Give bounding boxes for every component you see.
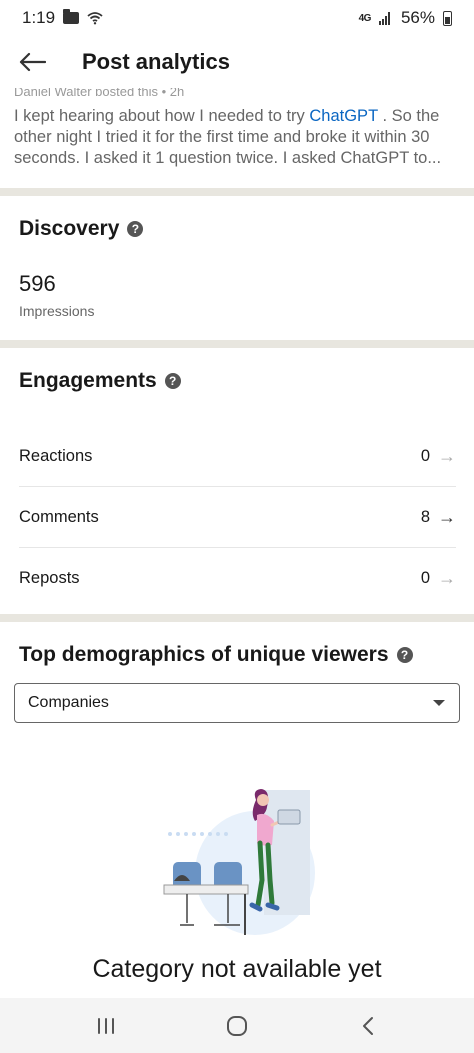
page-title: Post analytics <box>82 49 230 74</box>
reactions-row[interactable]: Reactions 0 → <box>19 426 456 487</box>
post-author-line: Daniel Walter posted this • 2h <box>14 88 185 96</box>
empty-state-illustration <box>163 789 315 935</box>
help-icon[interactable]: ? <box>127 221 144 237</box>
reactions-value: 0 <box>420 446 430 465</box>
demographics-title: Top demographics of unique viewers ? <box>19 643 413 667</box>
signal-icon <box>378 11 393 25</box>
comments-label: Comments <box>19 507 99 526</box>
reposts-right: 0 → <box>421 568 456 589</box>
reposts-label: Reposts <box>19 569 80 587</box>
engagements-title: Engagements ? <box>19 369 181 393</box>
impressions-label: Impressions <box>19 303 95 319</box>
system-nav-bar <box>0 998 474 1053</box>
reposts-row[interactable]: Reposts 0 → <box>19 548 456 609</box>
back-icon <box>363 1016 374 1035</box>
back-nav-button[interactable] <box>338 1006 398 1046</box>
right-arrow-icon: → <box>438 506 456 527</box>
section-divider <box>0 614 474 622</box>
right-arrow-icon: → <box>438 568 456 588</box>
network-type: 4G <box>358 12 372 24</box>
recents-button[interactable] <box>76 1006 136 1046</box>
status-left: 1:19 <box>22 8 103 28</box>
help-icon[interactable]: ? <box>396 647 413 663</box>
home-button[interactable] <box>207 1006 267 1046</box>
reactions-label: Reactions <box>19 446 93 465</box>
engagements-title-text: Engagements <box>19 369 157 392</box>
status-bar: 1:19 4G 56% <box>0 0 474 36</box>
section-divider <box>0 340 474 348</box>
comments-value: 8 <box>420 507 430 526</box>
section-divider <box>0 188 474 196</box>
battery-icon <box>443 10 452 26</box>
post-text-start: I kept hearing about how I needed to try <box>14 107 310 125</box>
post-text: I kept hearing about how I needed to try… <box>14 106 460 169</box>
engagements-section: Engagements ? Reactions 0 → Comments 8 →… <box>0 348 474 614</box>
battery-percent: 56% <box>400 8 435 27</box>
header: Post analytics <box>0 36 474 88</box>
chatgpt-link[interactable]: ChatGPT <box>309 107 377 125</box>
demographics-section: Top demographics of unique viewers ? Com… <box>0 622 474 996</box>
reposts-value: 0 <box>420 569 430 587</box>
empty-state-message: Category not available yet <box>92 955 382 983</box>
impressions-value: 596 <box>19 271 56 296</box>
right-arrow-icon: → <box>438 445 456 466</box>
discovery-section: Discovery ? 596 Impressions <box>0 196 474 340</box>
home-icon <box>226 1015 247 1036</box>
back-button[interactable] <box>0 36 64 88</box>
reactions-right: 0 → <box>421 446 456 467</box>
comments-right: 8 → <box>421 507 456 528</box>
post-preview[interactable]: Daniel Walter posted this • 2h I kept he… <box>0 88 474 188</box>
status-right: 4G 56% <box>359 8 452 28</box>
folder-icon <box>63 9 80 24</box>
demographics-title-text: Top demographics of unique viewers <box>19 643 389 666</box>
comments-row[interactable]: Comments 8 → <box>19 487 456 548</box>
recents-icon <box>97 1017 114 1034</box>
discovery-title-text: Discovery <box>19 217 120 240</box>
demographics-dropdown[interactable]: Companies <box>14 683 460 723</box>
discovery-title: Discovery ? <box>19 217 455 241</box>
chevron-down-icon <box>433 700 445 706</box>
help-icon[interactable]: ? <box>164 373 181 389</box>
wifi-icon <box>87 12 103 25</box>
status-time: 1:19 <box>22 8 56 27</box>
back-arrow-icon <box>19 52 46 72</box>
dropdown-selected: Companies <box>28 694 109 711</box>
